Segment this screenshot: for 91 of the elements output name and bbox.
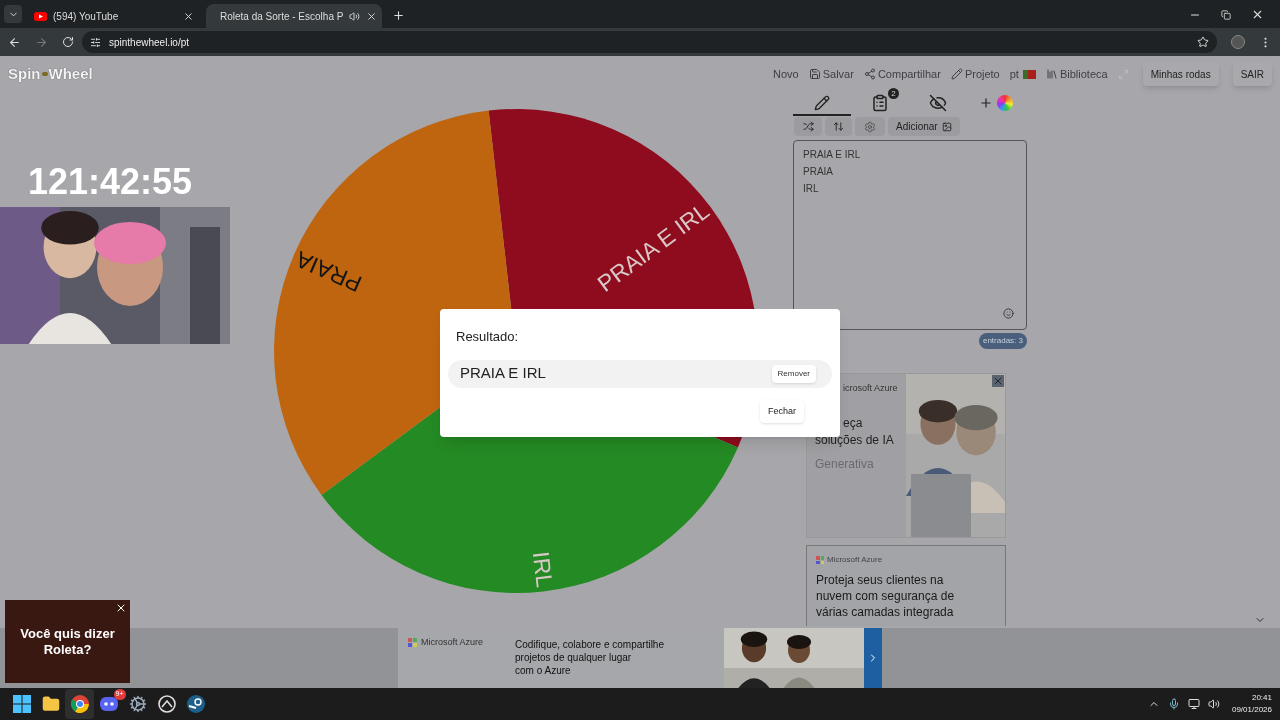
image-icon (941, 121, 952, 132)
portugal-flag-icon (1022, 69, 1036, 79)
close-icon[interactable] (115, 602, 127, 614)
logo-text: Spin (8, 63, 41, 84)
nav-link[interactable]: Salvar (808, 65, 854, 83)
entry-line: IRL (803, 182, 820, 196)
close-icon[interactable] (183, 10, 194, 22)
logo-icon (41, 72, 48, 76)
forward-icon[interactable] (35, 35, 48, 49)
entry-line: PRAIA (803, 165, 834, 179)
share-icon (863, 68, 876, 80)
restore-icon[interactable] (1221, 9, 1231, 20)
plus-icon (979, 96, 993, 110)
nav-link[interactable]: Biblioteca (1045, 65, 1108, 83)
ad-headline: nuvem com segurança de (816, 588, 955, 604)
entry-line: PRAIA E IRL (803, 148, 862, 162)
pencil-icon (950, 68, 963, 80)
site-info-icon (90, 36, 101, 48)
header-button[interactable]: SAIR (1232, 62, 1272, 86)
microsoft-logo-icon (816, 556, 824, 564)
browser-tab[interactable]: (594) YouTube (26, 4, 202, 28)
shuffle-icon (802, 121, 814, 132)
logo-text: Wheel (48, 63, 93, 84)
shuffle-button[interactable] (794, 117, 822, 136)
ad-brand: Microsoft Azure (421, 638, 484, 647)
ad-text-line: com o Azure (515, 664, 572, 677)
url-text: spinthewheel.io/pt (109, 35, 190, 50)
eye-off-icon (929, 94, 947, 112)
ad-text-line: projetos de qualquer lugar (515, 651, 633, 664)
popup-text: Você quis dizer Roleta? (19, 625, 116, 658)
microsoft-logo-icon (408, 638, 417, 647)
dialog-title: Resultado: (456, 328, 520, 346)
folder-icon (41, 695, 60, 713)
video-site-icon (34, 11, 47, 21)
entries-count-badge: entradas: 3 (978, 333, 1027, 349)
library-icon (1045, 68, 1058, 80)
ad-banner[interactable]: Microsoft Azure Proteja seus clientes na nuvem com segurança de várias camadas integrada (806, 545, 1006, 626)
tab-list-button[interactable] (4, 5, 22, 23)
browser-icon (70, 695, 89, 713)
taskbar-app[interactable] (65, 689, 94, 719)
close-icon[interactable] (366, 10, 378, 22)
settings-icon (864, 120, 876, 133)
sort-icon (833, 121, 844, 132)
segment-label: IRL (527, 550, 558, 589)
emoji-icon[interactable] (1003, 308, 1014, 319)
entries-textarea[interactable]: PRAIA E IRL PRAIA IRL (793, 140, 1027, 330)
add-image-button[interactable]: Adicionar (888, 117, 960, 136)
ad-headline: soluções de IA (815, 432, 894, 447)
bottom-ad[interactable]: Microsoft Azure Codifique, colabore e compartilhe projetos de qualquer lugar com o Azure (398, 628, 882, 688)
result-text: PRAIA E IRL (459, 363, 547, 384)
sort-button[interactable] (825, 117, 852, 136)
tab-title: (594) YouTube (53, 9, 120, 24)
ad-brand: icrosoft Azure (843, 382, 898, 395)
pencil-icon (814, 95, 830, 111)
remove-button[interactable]: Remover (771, 364, 816, 383)
browser-tab[interactable]: Roleta da Sorte - Escolha P (206, 4, 382, 28)
clock-date: 09/01/2026 (1231, 704, 1272, 716)
suggestion-popup[interactable]: Você quis dizer Roleta? (5, 600, 130, 683)
profile-avatar[interactable] (1231, 35, 1245, 49)
bookmark-star-icon[interactable] (1197, 36, 1209, 48)
clock-time: 20:41 (1251, 692, 1272, 704)
stream-timer: 121:42:55 (28, 164, 193, 200)
app-icon (157, 695, 176, 713)
nav-link[interactable]: Compartilhar (863, 65, 941, 83)
tab-title: Roleta da Sorte - Escolha P (220, 9, 344, 24)
ad-text-line: Codifique, colabore e compartilhe (515, 638, 665, 651)
new-tab-icon[interactable] (392, 9, 405, 22)
address-bar[interactable]: spinthewheel.io/pt (82, 31, 1217, 53)
microphone-icon[interactable] (1167, 698, 1180, 710)
back-icon[interactable] (8, 35, 21, 49)
network-icon[interactable] (1187, 698, 1200, 710)
close-button[interactable]: Fechar (760, 399, 804, 423)
count-badge: 2 (888, 88, 899, 99)
ad-headline: Proteja seus clientes na (816, 572, 944, 588)
chat-app-icon (99, 697, 118, 711)
nav-link[interactable]: Novo (773, 65, 799, 83)
close-icon[interactable] (1251, 8, 1264, 21)
nav-link[interactable]: Projeto (950, 65, 1000, 83)
windows-icon (12, 695, 31, 713)
volume-icon[interactable] (1207, 698, 1220, 710)
nav-link[interactable]: pt (1009, 65, 1036, 83)
header-button[interactable]: Minhas rodas (1142, 62, 1219, 86)
reload-icon[interactable] (62, 36, 74, 48)
ad-headline: várias camadas integrada (816, 604, 954, 620)
save-icon (808, 68, 821, 80)
clipboard-icon (871, 94, 889, 112)
ad-brand: Microsoft Azure (827, 554, 883, 566)
ad-headline: eça (843, 415, 863, 430)
color-wheel-icon (997, 95, 1013, 111)
steam-icon (186, 695, 205, 713)
gear-icon (128, 695, 147, 713)
